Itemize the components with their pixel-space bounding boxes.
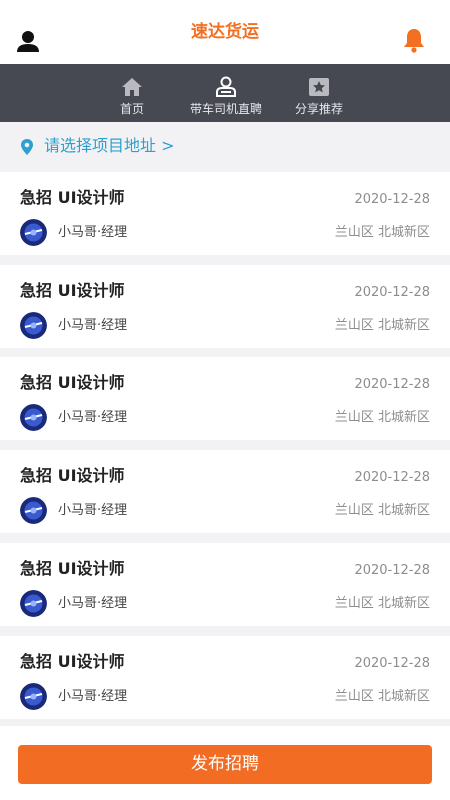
job-title: 急招 UI设计师 <box>20 281 125 300</box>
poster-name: 小马哥·经理 <box>58 689 128 704</box>
avatar <box>20 312 47 339</box>
job-location: 兰山区 北城新区 <box>334 689 430 704</box>
poster-name: 小马哥·经理 <box>58 318 128 333</box>
job-title: 急招 UI设计师 <box>20 373 125 392</box>
nav-bar: 首页 带车司机直聘 分享推荐 <box>0 64 450 122</box>
job-card[interactable]: 急招 UI设计师 2020-12-28 小马哥·经理 兰山区 北城新区 <box>0 450 450 533</box>
location-pin-icon <box>20 138 34 156</box>
job-date: 2020-12-28 <box>354 656 430 671</box>
job-location: 兰山区 北城新区 <box>334 503 430 518</box>
job-title: 急招 UI设计师 <box>20 559 125 578</box>
job-card[interactable]: 急招 UI设计师 2020-12-28 小马哥·经理 兰山区 北城新区 <box>0 543 450 626</box>
job-title: 急招 UI设计师 <box>20 188 125 207</box>
nav-share-label: 分享推荐 <box>294 102 343 116</box>
job-date: 2020-12-28 <box>354 563 430 578</box>
avatar <box>20 590 47 617</box>
poster-name: 小马哥·经理 <box>58 410 128 425</box>
job-card[interactable]: 急招 UI设计师 2020-12-28 小马哥·经理 兰山区 北城新区 <box>0 357 450 440</box>
avatar <box>20 497 47 524</box>
avatar <box>20 219 47 246</box>
avatar <box>20 404 47 431</box>
job-date: 2020-12-28 <box>354 470 430 485</box>
job-card[interactable]: 急招 UI设计师 2020-12-28 小马哥·经理 兰山区 北城新区 <box>0 636 450 719</box>
address-selector[interactable]: 请选择项目地址 > <box>0 122 450 172</box>
job-location: 兰山区 北城新区 <box>334 596 430 611</box>
bottom-bar: 发布招聘 <box>0 726 450 800</box>
job-location: 兰山区 北城新区 <box>334 318 430 333</box>
address-label: 请选择项目地址 > <box>44 136 175 155</box>
job-location: 兰山区 北城新区 <box>334 225 430 240</box>
job-location: 兰山区 北城新区 <box>334 410 430 425</box>
driver-icon <box>214 76 238 98</box>
bell-icon[interactable] <box>400 26 428 54</box>
poster-name: 小马哥·经理 <box>58 225 128 240</box>
star-icon <box>307 76 331 98</box>
poster-name: 小马哥·经理 <box>58 596 128 611</box>
poster-name: 小马哥·经理 <box>58 503 128 518</box>
avatar <box>20 683 47 710</box>
job-date: 2020-12-28 <box>354 192 430 207</box>
job-card[interactable]: 急招 UI设计师 2020-12-28 小马哥·经理 兰山区 北城新区 <box>0 265 450 348</box>
job-card[interactable]: 急招 UI设计师 2020-12-28 小马哥·经理 兰山区 北城新区 <box>0 172 450 255</box>
job-date: 2020-12-28 <box>354 377 430 392</box>
publish-job-button[interactable]: 发布招聘 <box>18 745 432 784</box>
home-icon <box>120 76 144 98</box>
job-date: 2020-12-28 <box>354 285 430 300</box>
top-bar: 速达货运 <box>0 0 450 64</box>
app-title: 速达货运 <box>191 22 259 42</box>
job-title: 急招 UI设计师 <box>20 652 125 671</box>
nav-item-share[interactable]: 分享推荐 <box>264 64 374 122</box>
job-title: 急招 UI设计师 <box>20 466 125 485</box>
